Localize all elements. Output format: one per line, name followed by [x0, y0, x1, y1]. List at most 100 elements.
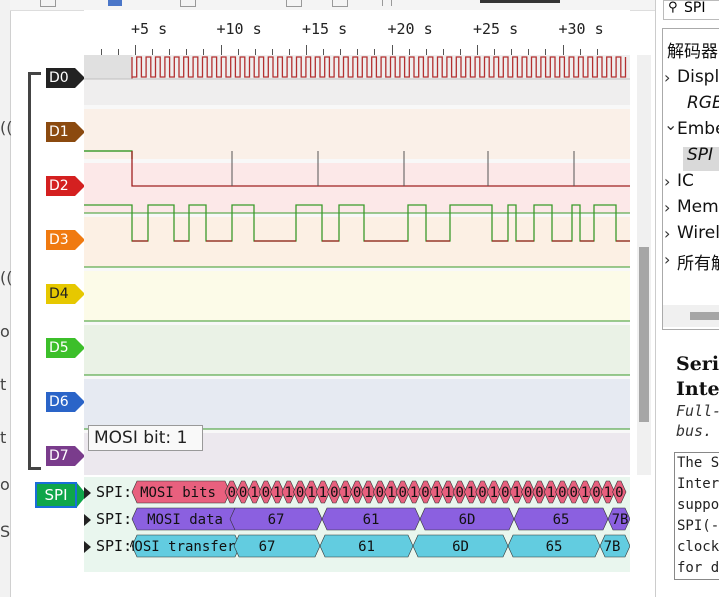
bit-value: 0 — [398, 485, 406, 501]
channel-tag-d2[interactable]: D2 — [46, 176, 85, 196]
tree-item[interactable]: 解码器 — [667, 37, 718, 62]
decoder-annotation-track[interactable]: MOSI bits 0 0 1 0 1 1 0 1 1 0 1 0 1 0 1 0 1 0 1 1 0 1 0 1 0 1 0 0 1 0 0… — [130, 480, 630, 504]
bit-value: 0 — [421, 485, 429, 501]
toolbar-button[interactable] — [286, 0, 302, 7]
bit-value: 1 — [547, 485, 555, 501]
channel-tag-d3[interactable]: D3 — [46, 230, 85, 250]
chevron-right-icon[interactable]: › — [664, 224, 670, 243]
tree-item[interactable]: IC — [677, 171, 694, 191]
byte-value: 67 — [259, 539, 276, 555]
toolbar-button[interactable] — [332, 0, 348, 7]
decoder-row[interactable]: SPI: MOSI data 67 61 6D 65 7B — [84, 507, 630, 533]
expand-arrow-icon[interactable] — [84, 541, 91, 553]
bit-value: 1 — [250, 485, 258, 501]
decoder-row[interactable]: SPI: MOSI transfers 67 61 6D 65 7B — [84, 534, 630, 560]
search-value: SPI — [684, 0, 706, 16]
channel-tag-d4[interactable]: D4 — [46, 284, 85, 304]
toolbar-button[interactable] — [382, 0, 392, 6]
bit-value: 1 — [364, 485, 372, 501]
chevron-right-icon[interactable]: › — [664, 198, 670, 217]
chevron-right-icon[interactable]: › — [664, 68, 670, 87]
byte-value: 6D — [459, 512, 476, 528]
chevron-right-icon[interactable]: › — [664, 250, 670, 269]
byte-cell[interactable] — [233, 534, 321, 558]
channel-group-bracket — [28, 72, 41, 470]
search-icon: ⚲ — [668, 0, 678, 15]
description-line: clock — [677, 539, 719, 555]
bit-value: 1 — [490, 485, 498, 501]
byte-value: 6D — [452, 539, 469, 555]
channel-tag-d1[interactable]: D1 — [46, 122, 85, 142]
ruler-label: +15 s — [302, 20, 348, 38]
row-separator — [84, 321, 630, 325]
cut-text: S — [0, 522, 11, 541]
horizontal-scroll-thumb[interactable] — [690, 312, 719, 320]
tree-item[interactable]: RGB — [687, 93, 719, 113]
bit-value: 0 — [376, 485, 384, 501]
chevron-right-icon[interactable]: › — [664, 172, 670, 191]
bit-value: 1 — [512, 485, 520, 501]
vertical-scroll-thumb[interactable] — [639, 247, 649, 422]
ruler-label: +25 s — [473, 20, 519, 38]
subtitle-line: bus. — [676, 422, 713, 440]
byte-value: 67 — [268, 512, 285, 528]
decoder-search-input[interactable]: ⚲ SPI — [663, 0, 719, 20]
toolbar-button[interactable] — [40, 0, 56, 7]
bit-value: 0 — [262, 485, 270, 501]
bit-value: 1 — [273, 485, 281, 501]
byte-value: 7B — [604, 539, 621, 555]
channel-row-bg-d4 — [84, 271, 630, 321]
bit-value: 0 — [535, 485, 543, 501]
bit-value: 0 — [569, 485, 577, 501]
toolbar-button[interactable] — [180, 0, 196, 7]
channel-tag-d6[interactable]: D6 — [46, 392, 85, 412]
chevron-down-icon[interactable]: ⌄ — [664, 115, 677, 134]
bit-value: 1 — [307, 485, 315, 501]
bit-value: 0 — [615, 485, 623, 501]
description-line: for d — [677, 560, 719, 576]
bit-value: 1 — [341, 485, 349, 501]
ruler-label: +10 s — [216, 20, 262, 38]
ruler-tick — [135, 45, 136, 55]
ruler-tick — [562, 45, 564, 55]
channel-tag-d5[interactable]: D5 — [46, 338, 85, 358]
row-separator — [84, 267, 630, 271]
expand-arrow-icon[interactable] — [84, 514, 91, 526]
bit-value: 1 — [581, 485, 589, 501]
decoder-description-title: Seri Inte — [676, 352, 719, 402]
ruler-tick — [391, 45, 393, 55]
cut-text: o — [0, 322, 10, 341]
toolbar-button[interactable] — [108, 0, 122, 6]
decoder-description-subtitle: Full- bus. — [676, 401, 719, 441]
decoder-tree[interactable]: 解码器 Displ › RGB Embe⌄ SPI IC › Mem › Wirel › 所有解 › — [662, 28, 719, 330]
decoder-row-label: SPI: — [96, 510, 133, 528]
channel-tag-d0[interactable]: D0 — [46, 68, 85, 88]
tree-item[interactable]: Displ — [677, 67, 719, 87]
tree-item[interactable]: Mem — [677, 197, 719, 217]
channel-tag-d7[interactable]: D7 — [46, 446, 85, 466]
bit-value: 0 — [592, 485, 600, 501]
d0-idle — [84, 55, 132, 79]
byte-value: 65 — [546, 539, 563, 555]
time-ruler[interactable]: +5 s +10 s +15 s +20 s +25 s +30 s — [84, 10, 630, 55]
tree-item[interactable]: 所有解 — [677, 249, 719, 274]
toolbar-label — [480, 0, 560, 3]
decoder-tag-spi[interactable]: SPI — [35, 482, 87, 508]
bit-value: 1 — [433, 485, 441, 501]
waveform-area[interactable] — [84, 55, 630, 475]
decoder-row-label: SPI: — [96, 483, 133, 501]
row-separator — [84, 159, 630, 163]
title-line: Inte — [676, 378, 719, 400]
tree-item[interactable]: SPI — [687, 145, 713, 165]
bit-value: 0 — [239, 485, 247, 501]
decoder-annotation-track[interactable]: MOSI data 67 61 6D 65 7B — [130, 507, 630, 531]
row-separator — [84, 375, 630, 379]
bit-value: 0 — [455, 485, 463, 501]
expand-arrow-icon[interactable] — [84, 487, 91, 499]
decoder-annotation-track[interactable]: MOSI transfers 67 61 6D 65 7B — [130, 534, 630, 558]
bit-value: 1 — [319, 485, 327, 501]
cut-text: (( — [0, 268, 13, 287]
tree-item[interactable]: Embe — [677, 119, 719, 139]
tree-item[interactable]: Wirel — [677, 223, 719, 243]
decoder-row[interactable]: SPI: MOSI bits 0 0 1 0 1 1 0 1 1 0 1 0 1 0 1 0 1 0 1 1 0 1 0 1 0 1 0… — [84, 480, 630, 506]
